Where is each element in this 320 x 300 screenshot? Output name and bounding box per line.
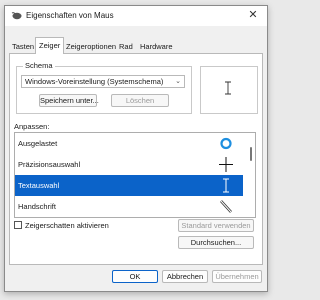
list-item[interactable]: Handschrift <box>15 196 243 217</box>
close-button[interactable]: ✕ <box>247 9 259 22</box>
text-beam-icon <box>223 178 229 193</box>
crosshair-icon <box>219 157 233 172</box>
delete-button[interactable]: Löschen <box>111 94 169 107</box>
tab-zeigeroptionen[interactable]: Zeigeroptionen <box>63 40 119 53</box>
tab-tasten[interactable]: Tasten <box>9 40 37 53</box>
shadow-checkbox[interactable] <box>14 221 22 229</box>
save-as-button[interactable]: Speichern unter... <box>39 94 99 107</box>
schema-group-label: Schema <box>23 61 55 70</box>
chevron-down-icon: ⌄ <box>175 78 181 85</box>
list-item-label: Handschrift <box>18 202 56 211</box>
mouse-icon <box>11 12 22 20</box>
list-scrollbar[interactable] <box>250 147 252 161</box>
title-bar: Eigenschaften von Maus ✕ <box>5 6 267 26</box>
text-beam-icon <box>225 81 231 95</box>
pointer-tab-panel: Schema Windows-Voreinstellung (Systemsch… <box>9 53 263 265</box>
pen-icon <box>220 200 232 213</box>
cursor-preview <box>200 66 258 114</box>
list-item-label: Ausgelastet <box>18 139 58 148</box>
use-default-button[interactable]: Standard verwenden <box>178 219 254 232</box>
ok-button[interactable]: OK <box>112 270 158 283</box>
schema-select-value: Windows-Voreinstellung (Systemschema) <box>25 77 164 86</box>
tab-hardware[interactable]: Hardware <box>137 40 176 53</box>
cancel-button[interactable]: Abbrechen <box>162 270 208 283</box>
list-item[interactable]: Textauswahl <box>15 175 243 196</box>
list-item-label: Textauswahl <box>18 181 60 190</box>
list-item-label: Präzisionsauswahl <box>18 160 81 169</box>
window-title: Eigenschaften von Maus <box>26 11 114 20</box>
tab-zeiger[interactable]: Zeiger <box>35 37 65 54</box>
busy-ring-icon <box>220 137 232 150</box>
schema-group: Schema Windows-Voreinstellung (Systemsch… <box>16 61 192 114</box>
list-item[interactable]: Ausgelastet <box>15 133 243 154</box>
list-item[interactable]: Präzisionsauswahl <box>15 154 243 175</box>
schema-select[interactable]: Windows-Voreinstellung (Systemschema) ⌄ <box>21 75 185 88</box>
browse-button[interactable]: Durchsuchen... <box>178 236 254 249</box>
tab-rad[interactable]: Rad <box>116 40 136 53</box>
cursor-list[interactable]: Ausgelastet Präzisionsauswahl Textauswah… <box>14 132 256 218</box>
mouse-properties-dialog: Eigenschaften von Maus ✕ Tasten Zeiger Z… <box>4 5 268 292</box>
customize-label: Anpassen: <box>14 122 50 131</box>
apply-button[interactable]: Übernehmen <box>212 270 262 283</box>
shadow-checkbox-label: Zeigerschatten aktivieren <box>25 221 109 230</box>
